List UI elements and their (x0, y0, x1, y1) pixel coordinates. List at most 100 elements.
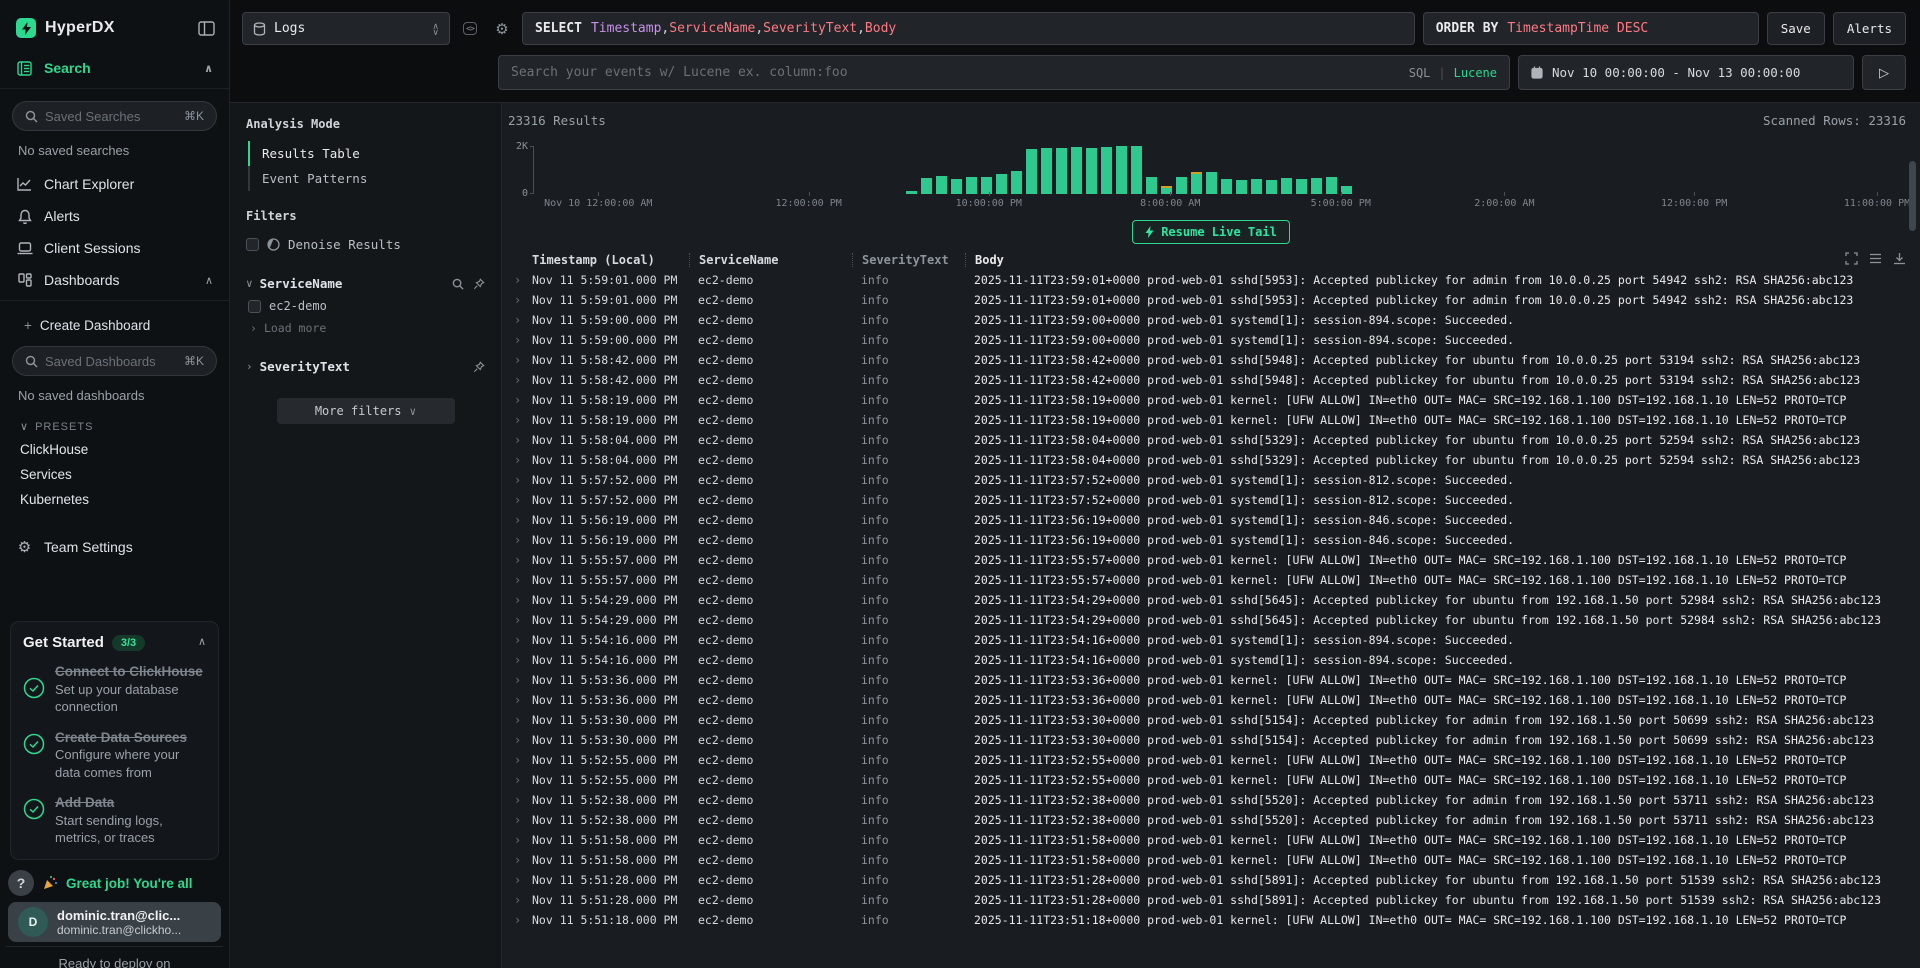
sidebar-item-dashboards[interactable]: Dashboards ∧ (0, 264, 229, 296)
row-expand-icon[interactable]: › (502, 813, 532, 827)
histogram-bar[interactable] (1236, 180, 1247, 194)
get-started-item[interactable]: Create Data Sources Configure where your… (23, 729, 206, 782)
histogram-bar[interactable] (1101, 147, 1112, 194)
col-header-body[interactable]: Body (965, 253, 1920, 267)
table-row[interactable]: ›Nov 11 5:54:16.000 PMec2-demoinfo2025-1… (502, 650, 1920, 670)
get-started-item[interactable]: Connect to ClickHouse Set up your databa… (23, 663, 206, 716)
table-row[interactable]: ›Nov 11 5:58:04.000 PMec2-demoinfo2025-1… (502, 450, 1920, 470)
mode-event-patterns[interactable]: Event Patterns (248, 166, 485, 191)
table-row[interactable]: ›Nov 11 5:58:19.000 PMec2-demoinfo2025-1… (502, 390, 1920, 410)
table-row[interactable]: ›Nov 11 5:56:19.000 PMec2-demoinfo2025-1… (502, 530, 1920, 550)
histogram-bar[interactable] (1206, 172, 1217, 194)
save-button[interactable]: Save (1767, 12, 1825, 45)
table-row[interactable]: ›Nov 11 5:55:57.000 PMec2-demoinfo2025-1… (502, 550, 1920, 570)
row-expand-icon[interactable]: › (502, 273, 532, 287)
vertical-scrollbar[interactable] (1909, 161, 1916, 231)
pin-icon[interactable] (473, 361, 485, 373)
histogram-bar[interactable] (1116, 146, 1127, 194)
row-expand-icon[interactable]: › (502, 453, 532, 467)
row-expand-icon[interactable]: › (502, 673, 532, 687)
table-row[interactable]: ›Nov 11 5:51:18.000 PMec2-demoinfo2025-1… (502, 910, 1920, 930)
row-expand-icon[interactable]: › (502, 333, 532, 347)
row-expand-icon[interactable]: › (502, 753, 532, 767)
histogram-bar[interactable] (1341, 186, 1352, 194)
histogram-bar[interactable] (1011, 171, 1022, 194)
edit-source-icon[interactable]: <> (458, 17, 482, 41)
preset-kubernetes[interactable]: Kubernetes (0, 487, 229, 512)
preset-services[interactable]: Services (0, 462, 229, 487)
histogram-bar[interactable] (981, 177, 992, 194)
run-query-button[interactable]: ▷ (1862, 55, 1906, 90)
table-row[interactable]: ›Nov 11 5:51:58.000 PMec2-demoinfo2025-1… (502, 850, 1920, 870)
table-row[interactable]: ›Nov 11 5:54:16.000 PMec2-demoinfo2025-1… (502, 630, 1920, 650)
row-expand-icon[interactable]: › (502, 553, 532, 567)
filter-option-ec2-demo[interactable]: ec2-demo (246, 295, 485, 317)
histogram-bar[interactable] (1071, 147, 1082, 194)
table-row[interactable]: ›Nov 11 5:58:04.000 PMec2-demoinfo2025-1… (502, 430, 1920, 450)
orderby-input[interactable]: ORDER BY TimestampTime DESC (1423, 12, 1759, 45)
histogram-bar[interactable] (1191, 172, 1202, 194)
saved-searches-field[interactable] (45, 109, 177, 124)
table-row[interactable]: ›Nov 11 5:58:19.000 PMec2-demoinfo2025-1… (502, 410, 1920, 430)
histogram-bar[interactable] (996, 174, 1007, 194)
histogram-bar[interactable] (1146, 177, 1157, 194)
event-search-bar[interactable]: SQL | Lucene (498, 55, 1510, 90)
table-row[interactable]: ›Nov 11 5:52:38.000 PMec2-demoinfo2025-1… (502, 810, 1920, 830)
histogram-bar[interactable] (1026, 149, 1037, 194)
search-icon[interactable] (452, 278, 464, 290)
row-expand-icon[interactable]: › (502, 913, 532, 927)
histogram-bar[interactable] (1221, 179, 1232, 194)
histogram-bar[interactable] (1326, 177, 1337, 194)
histogram-bar[interactable] (1176, 177, 1187, 194)
filter-group-severitytext[interactable]: › SeverityText (246, 355, 485, 378)
histogram-bar[interactable] (1086, 148, 1097, 194)
saved-searches-input[interactable]: ⌘K (12, 101, 217, 131)
row-expand-icon[interactable]: › (502, 493, 532, 507)
saved-dashboards-field[interactable] (45, 354, 177, 369)
chevron-up-icon[interactable]: ∧ (198, 637, 206, 648)
checkbox[interactable] (246, 238, 259, 251)
help-button[interactable]: ? (8, 870, 34, 896)
gear-icon[interactable]: ⚙ (490, 17, 514, 41)
histogram-bar[interactable] (906, 191, 917, 194)
get-started-item[interactable]: Add Data Start sending logs, metrics, or… (23, 794, 206, 847)
table-row[interactable]: ›Nov 11 5:53:30.000 PMec2-demoinfo2025-1… (502, 730, 1920, 750)
expand-icon[interactable] (1845, 252, 1858, 265)
row-expand-icon[interactable]: › (502, 873, 532, 887)
row-expand-icon[interactable]: › (502, 893, 532, 907)
preset-clickhouse[interactable]: ClickHouse (0, 437, 229, 462)
row-expand-icon[interactable]: › (502, 633, 532, 647)
load-more-button[interactable]: › Load more (246, 317, 485, 339)
row-expand-icon[interactable]: › (502, 353, 532, 367)
row-expand-icon[interactable]: › (502, 533, 532, 547)
table-row[interactable]: ›Nov 11 5:58:42.000 PMec2-demoinfo2025-1… (502, 370, 1920, 390)
histogram-bar[interactable] (1251, 179, 1262, 194)
histogram-bar[interactable] (936, 176, 947, 194)
sidebar-item-client-sessions[interactable]: Client Sessions (0, 232, 229, 264)
lucene-toggle[interactable]: Lucene (1454, 66, 1497, 80)
table-row[interactable]: ›Nov 11 5:55:57.000 PMec2-demoinfo2025-1… (502, 570, 1920, 590)
row-expand-icon[interactable]: › (502, 393, 532, 407)
table-row[interactable]: ›Nov 11 5:59:01.000 PMec2-demoinfo2025-1… (502, 290, 1920, 310)
row-expand-icon[interactable]: › (502, 293, 532, 307)
chevron-up-icon[interactable]: ∧ (204, 62, 213, 75)
row-expand-icon[interactable]: › (502, 833, 532, 847)
col-header-timestamp[interactable]: Timestamp (Local) (532, 253, 689, 267)
table-row[interactable]: ›Nov 11 5:53:30.000 PMec2-demoinfo2025-1… (502, 710, 1920, 730)
col-header-servicename[interactable]: ServiceName (689, 253, 852, 267)
pin-icon[interactable] (473, 278, 485, 290)
sidebar-item-alerts[interactable]: Alerts (0, 200, 229, 232)
row-expand-icon[interactable]: › (502, 473, 532, 487)
histogram-bar[interactable] (1281, 178, 1292, 194)
row-expand-icon[interactable]: › (502, 773, 532, 787)
alerts-button[interactable]: Alerts (1833, 12, 1906, 45)
histogram-bar[interactable] (1266, 180, 1277, 194)
table-row[interactable]: ›Nov 11 5:51:28.000 PMec2-demoinfo2025-1… (502, 890, 1920, 910)
row-expand-icon[interactable]: › (502, 713, 532, 727)
create-dashboard-button[interactable]: + Create Dashboard (0, 309, 229, 342)
row-expand-icon[interactable]: › (502, 573, 532, 587)
histogram-bar[interactable] (1131, 146, 1142, 194)
results-histogram[interactable]: 2K 0 Nov 10 12:00:00 AM12:00:00 PM10:00:… (508, 138, 1910, 210)
row-expand-icon[interactable]: › (502, 413, 532, 427)
select-clause-input[interactable]: SELECT Timestamp,ServiceName,SeverityTex… (522, 12, 1415, 45)
